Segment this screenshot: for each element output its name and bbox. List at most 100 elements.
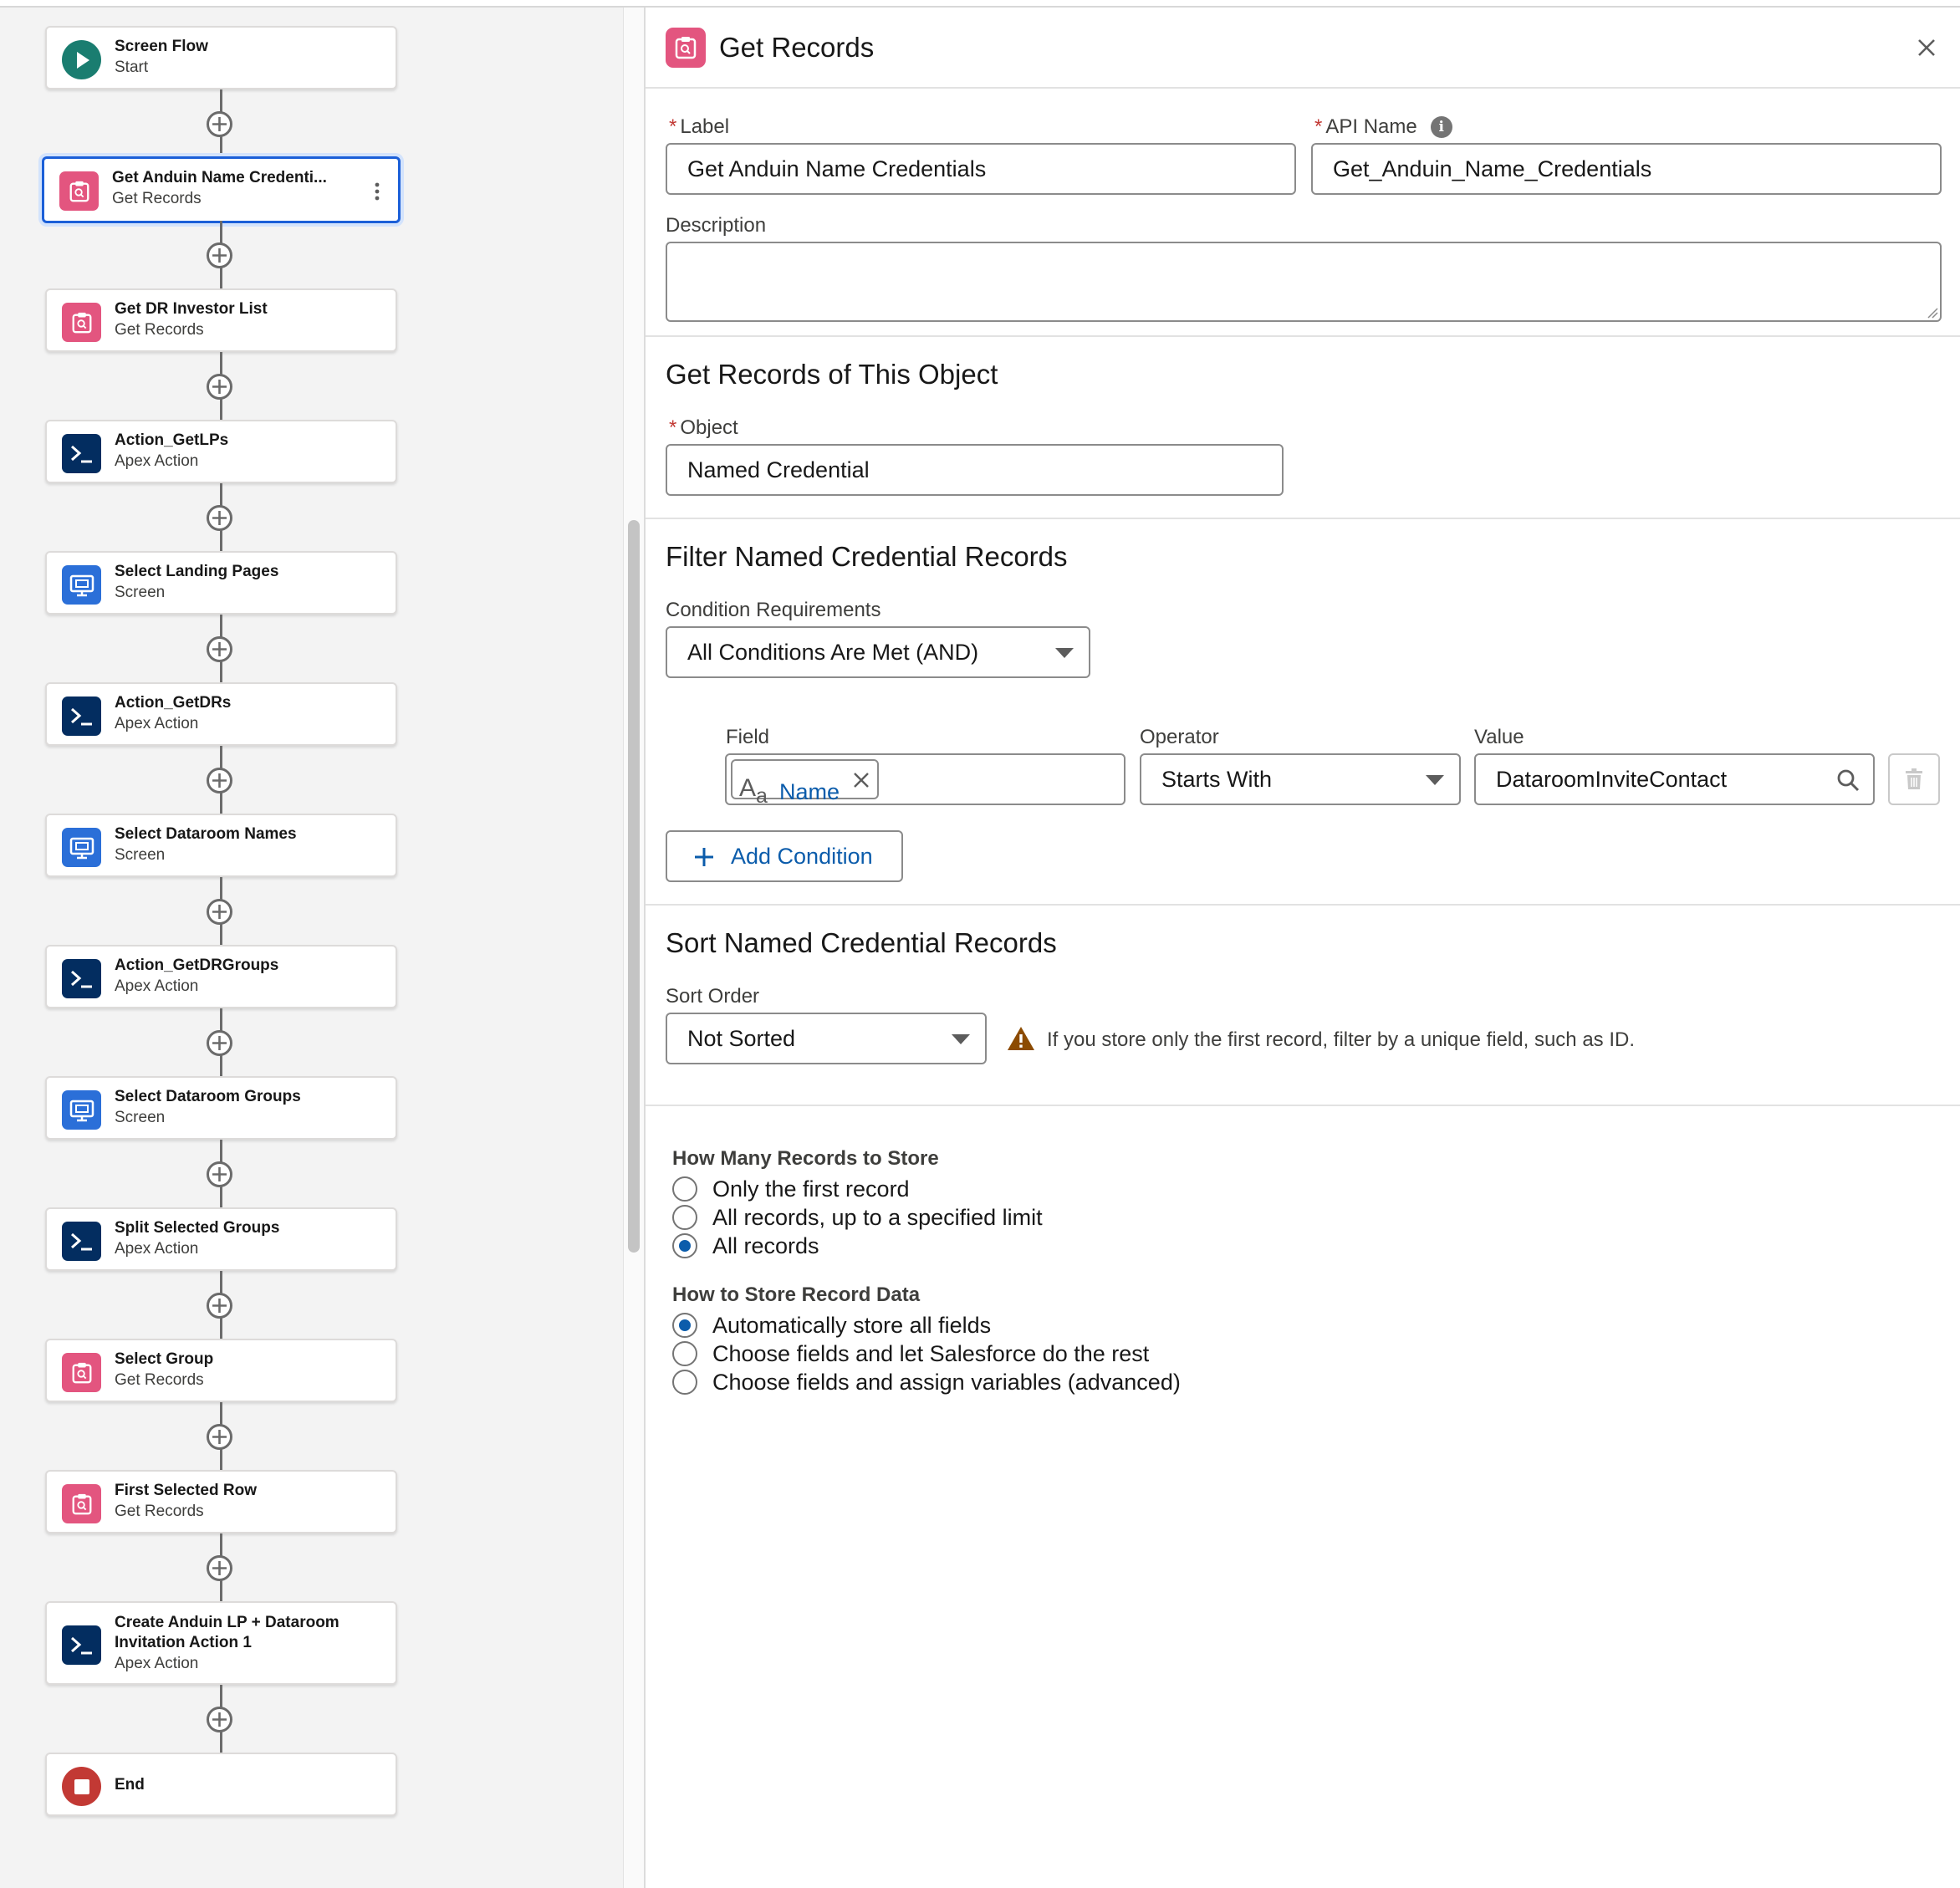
add-element-button[interactable] xyxy=(207,768,232,793)
radio-option[interactable]: Choose fields and assign variables (adva… xyxy=(672,1369,1181,1396)
api-name-field-label: * API Name i xyxy=(1314,115,1452,140)
value-combobox[interactable]: DataroomInviteContact xyxy=(1474,753,1875,805)
flow-node-type: Start xyxy=(115,59,149,76)
flow-node-title: End xyxy=(115,1776,145,1794)
radio-icon[interactable] xyxy=(672,1176,697,1202)
field-pill[interactable]: Aa Name xyxy=(731,759,879,808)
more-actions-icon[interactable] xyxy=(375,182,380,201)
resize-handle-icon[interactable] xyxy=(1927,307,1938,319)
flow-node-title: Select Group xyxy=(115,1350,214,1368)
panel-title: Get Records xyxy=(719,32,875,63)
flow-node-type: Apex Action xyxy=(115,1655,199,1672)
section-divider xyxy=(646,1105,1960,1106)
add-element-button[interactable] xyxy=(207,505,232,531)
close-button[interactable] xyxy=(1912,33,1942,63)
object-field-label: * Object xyxy=(669,416,738,439)
description-textarea[interactable] xyxy=(666,242,1942,322)
add-element-button[interactable] xyxy=(207,1293,232,1319)
flow-node[interactable]: Select Dataroom Groups Screen xyxy=(45,1076,397,1140)
trash-icon xyxy=(1906,768,1922,789)
info-icon[interactable]: i xyxy=(1430,116,1452,138)
object-input[interactable] xyxy=(666,444,1284,496)
sort-order-value: Not Sorted xyxy=(687,1026,796,1051)
radio-icon[interactable] xyxy=(672,1341,697,1366)
api-name-input[interactable] xyxy=(1311,143,1942,195)
flow-node[interactable]: Select Group Get Records xyxy=(45,1339,397,1402)
radio-selected-icon[interactable] xyxy=(672,1233,697,1258)
flow-node[interactable]: Select Dataroom Names Screen xyxy=(45,814,397,877)
canvas-scrollbar-thumb[interactable] xyxy=(628,520,640,1253)
add-element-button[interactable] xyxy=(207,1555,232,1581)
radio-option[interactable]: Choose fields and let Salesforce do the … xyxy=(672,1340,1149,1367)
radio-option-label: Choose fields and assign variables (adva… xyxy=(712,1369,1181,1395)
chevron-down-icon xyxy=(1055,648,1074,658)
flow-node-title: Create Anduin LP + Dataroom xyxy=(115,1614,339,1631)
radio-option[interactable]: All records xyxy=(672,1232,819,1259)
search-icon xyxy=(1837,769,1860,792)
flow-node[interactable]: First Selected Row Get Records xyxy=(45,1470,397,1533)
flow-node-type: Apex Action xyxy=(115,1240,199,1258)
flow-node-type: Get Records xyxy=(112,190,202,207)
add-element-button[interactable] xyxy=(207,1707,232,1732)
chevron-down-icon xyxy=(1426,775,1444,785)
flow-node[interactable]: Get Anduin Name Credenti... Get Records xyxy=(42,156,401,223)
flow-node-title: Select Dataroom Groups xyxy=(115,1088,301,1105)
plus-icon xyxy=(212,1299,227,1313)
flow-node[interactable]: Action_GetDRGroups Apex Action xyxy=(45,945,397,1008)
add-element-button[interactable] xyxy=(207,374,232,400)
flow-node-title: Action_GetDRs xyxy=(115,694,232,712)
field-column-label: Field xyxy=(726,726,770,748)
sort-section-title: Sort Named Credential Records xyxy=(666,927,1057,958)
field-pill-label: Name xyxy=(779,779,840,804)
radio-option[interactable]: All records, up to a specified limit xyxy=(672,1204,1043,1231)
add-element-button[interactable] xyxy=(207,1424,232,1450)
add-element-button[interactable] xyxy=(207,636,232,662)
value-column-label: Value xyxy=(1474,726,1524,748)
add-element-button[interactable] xyxy=(207,899,232,925)
remove-pill-icon[interactable] xyxy=(852,771,870,789)
plus-icon xyxy=(212,642,227,656)
condition-requirements-select[interactable]: All Conditions Are Met (AND) xyxy=(666,626,1090,678)
flow-node[interactable]: Screen Flow Start xyxy=(45,26,397,89)
flow-node[interactable]: Create Anduin LP + Dataroom Invitation Ac… xyxy=(45,1601,397,1685)
flow-canvas[interactable]: Screen Flow Start Get Anduin Name Credenti… xyxy=(0,8,624,1888)
flow-node[interactable]: Get DR Investor List Get Records xyxy=(45,288,397,352)
add-element-button[interactable] xyxy=(207,111,232,137)
delete-condition-button[interactable] xyxy=(1888,753,1940,805)
add-condition-button[interactable]: Add Condition xyxy=(666,830,903,882)
flow-node-type: Get Records xyxy=(115,1503,204,1520)
radio-option-label: Only the first record xyxy=(712,1176,910,1202)
stop-icon xyxy=(62,1767,101,1806)
chevron-down-icon xyxy=(952,1034,970,1044)
radio-option-label: All records xyxy=(712,1232,819,1258)
get-records-icon xyxy=(62,1484,101,1523)
flow-node[interactable]: Action_GetDRs Apex Action xyxy=(45,682,397,746)
apex-icon xyxy=(62,959,101,998)
records-to-store-title: How Many Records to Store xyxy=(672,1147,939,1170)
close-icon xyxy=(1918,39,1935,56)
flow-node[interactable]: Split Selected Groups Apex Action xyxy=(45,1207,397,1271)
radio-icon[interactable] xyxy=(672,1205,697,1230)
plus-icon xyxy=(212,511,227,525)
flow-node-type: Get Records xyxy=(115,321,204,339)
flow-node-title: Select Landing Pages xyxy=(115,563,279,580)
operator-select[interactable]: Starts With xyxy=(1140,753,1461,805)
add-element-button[interactable] xyxy=(207,1161,232,1187)
radio-icon[interactable] xyxy=(672,1370,697,1395)
flow-node[interactable]: Action_GetLPs Apex Action xyxy=(45,420,397,483)
description-label: Description xyxy=(666,214,767,237)
radio-option[interactable]: Only the first record xyxy=(672,1176,910,1202)
label-field-label: * Label xyxy=(669,115,730,138)
plus-icon xyxy=(212,1036,227,1050)
label-input[interactable] xyxy=(666,143,1296,195)
add-element-button[interactable] xyxy=(207,242,232,268)
field-combobox[interactable]: Aa Name xyxy=(725,753,1125,808)
radio-option[interactable]: Automatically store all fields xyxy=(672,1312,991,1339)
radio-selected-icon[interactable] xyxy=(672,1313,697,1338)
sort-order-select[interactable]: Not Sorted xyxy=(666,1013,987,1064)
section-divider xyxy=(646,518,1960,519)
add-element-button[interactable] xyxy=(207,1030,232,1056)
get-records-icon xyxy=(666,28,706,68)
flow-node[interactable]: End xyxy=(45,1753,397,1816)
flow-node[interactable]: Select Landing Pages Screen xyxy=(45,551,397,615)
